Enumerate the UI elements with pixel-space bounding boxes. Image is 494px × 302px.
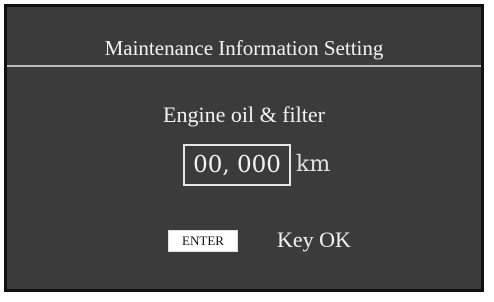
maintenance-item-label: Engine oil & filter [163,102,325,127]
title-divider [7,65,481,67]
screen-title: Maintenance Information Setting [104,36,384,60]
enter-key-button[interactable]: ENTER [168,230,238,252]
display-screen: Maintenance Information Setting Engine o… [4,4,484,292]
distance-value-field[interactable]: 00, 000 [183,144,291,186]
enter-hint-text: Key OK [277,227,351,252]
distance-unit: km [296,152,331,177]
